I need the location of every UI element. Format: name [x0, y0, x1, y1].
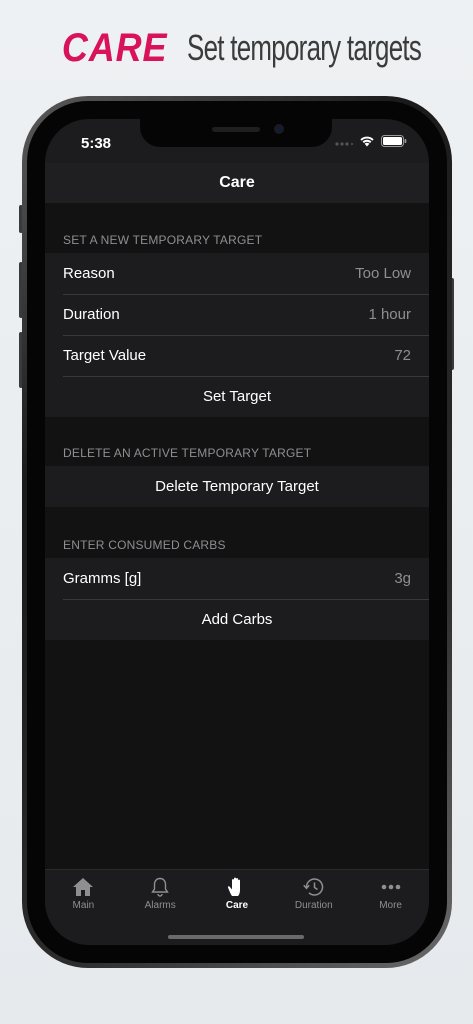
tab-more[interactable]: More: [352, 870, 429, 919]
phone-screen: 5:38 Care SET A NEW TEMPORARY TARGET Rea…: [45, 119, 429, 945]
earpiece-speaker: [212, 127, 260, 132]
tab-bar: Main Alarms Care Duration More: [45, 869, 429, 919]
duration-label: Duration: [63, 306, 120, 323]
tab-duration[interactable]: Duration: [275, 870, 352, 919]
tab-alarms-label: Alarms: [144, 900, 176, 911]
gramms-label: Gramms [g]: [63, 570, 142, 587]
tab-alarms[interactable]: Alarms: [122, 870, 199, 919]
section-header-temp-target: SET A NEW TEMPORARY TARGET: [63, 233, 263, 247]
battery-icon: [381, 135, 407, 147]
gramms-value: 3g: [394, 570, 411, 587]
clock-history-icon: [303, 878, 324, 896]
reason-value: Too Low: [355, 265, 411, 282]
home-indicator[interactable]: [168, 935, 304, 939]
house-icon: [73, 878, 94, 896]
page-title: Care: [219, 174, 255, 191]
target-value-label: Target Value: [63, 347, 147, 364]
target-value-row[interactable]: Target Value 72: [45, 335, 429, 376]
home-indicator-area: [45, 919, 429, 945]
front-camera: [274, 124, 284, 134]
camera-notch: [140, 119, 332, 147]
tab-care-label: Care: [225, 900, 249, 911]
delete-temporary-target-button[interactable]: Delete Temporary Target: [45, 466, 429, 507]
section-header-delete-target: DELETE AN ACTIVE TEMPORARY TARGET: [63, 446, 312, 460]
ellipsis-icon: [381, 884, 400, 890]
delete-target-group: Delete Temporary Target: [45, 466, 429, 507]
status-time: 5:38: [81, 135, 112, 152]
tab-care[interactable]: Care: [199, 870, 276, 919]
status-icons: [335, 135, 407, 147]
temp-target-group: Reason Too Low Duration 1 hour Target Va…: [45, 253, 429, 417]
tab-more-label: More: [379, 900, 402, 911]
target-value-value: 72: [394, 347, 411, 364]
add-carbs-button[interactable]: Add Carbs: [45, 599, 429, 640]
reason-row[interactable]: Reason Too Low: [45, 253, 429, 294]
phone-bezel: 5:38 Care SET A NEW TEMPORARY TARGET Rea…: [27, 101, 447, 963]
promo-brand: CARE: [61, 25, 168, 70]
carbs-group: Gramms [g] 3g Add Carbs: [45, 558, 429, 640]
promo-title: Set temporary targets: [187, 27, 422, 68]
gramms-row[interactable]: Gramms [g] 3g: [45, 558, 429, 599]
duration-row[interactable]: Duration 1 hour: [45, 294, 429, 335]
promo-header: CARE Set temporary targets: [0, 18, 473, 78]
tab-main-label: Main: [72, 900, 95, 911]
bell-icon: [151, 877, 169, 897]
phone-frame: 5:38 Care SET A NEW TEMPORARY TARGET Rea…: [22, 96, 452, 968]
section-header-carbs: ENTER CONSUMED CARBS: [63, 538, 226, 552]
tab-main[interactable]: Main: [45, 870, 122, 919]
set-target-button[interactable]: Set Target: [45, 376, 429, 417]
cellular-signal-icon: [335, 142, 353, 146]
tab-duration-label: Duration: [294, 900, 333, 911]
wifi-icon: [360, 136, 374, 147]
navigation-bar: Care: [45, 163, 429, 203]
hand-icon: [227, 877, 240, 896]
reason-label: Reason: [63, 265, 115, 282]
duration-value: 1 hour: [368, 306, 411, 323]
care-content: SET A NEW TEMPORARY TARGET Reason Too Lo…: [45, 203, 429, 869]
